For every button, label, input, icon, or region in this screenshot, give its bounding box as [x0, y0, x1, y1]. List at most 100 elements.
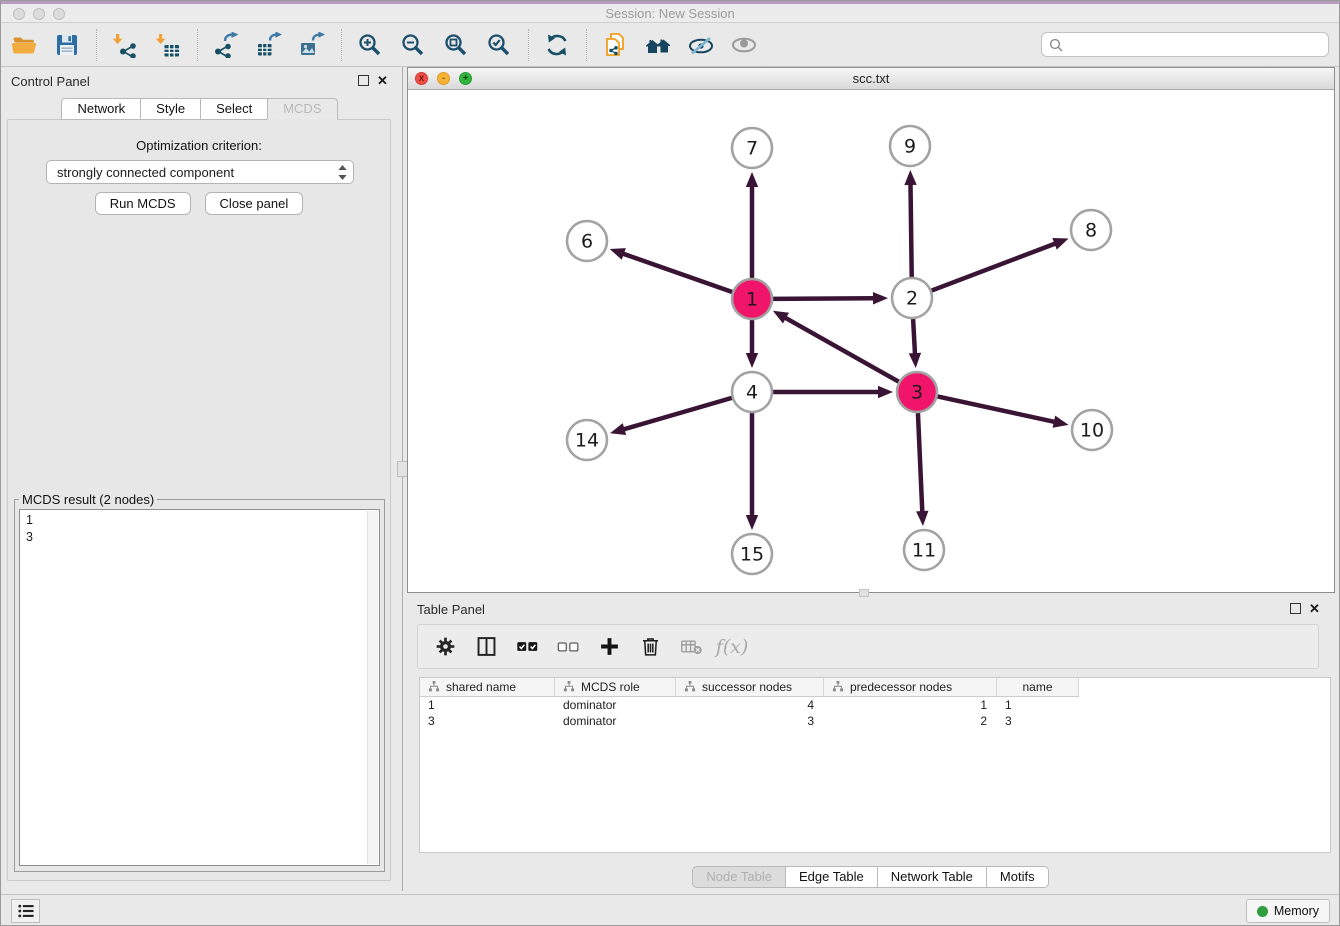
toolbar-separator	[341, 29, 342, 61]
tab-mcds[interactable]: MCDS	[267, 98, 337, 120]
network-window-title: scc.txt	[408, 71, 1334, 86]
column-header-name[interactable]: name	[997, 678, 1079, 696]
criterion-dropdown-value: strongly connected component	[57, 165, 338, 180]
graph-node-label: 8	[1085, 220, 1097, 242]
import-table-icon[interactable]	[154, 31, 182, 59]
network-home-icon[interactable]	[644, 31, 672, 59]
tab-style[interactable]: Style	[140, 98, 201, 120]
graph-edge-arrowhead	[610, 248, 626, 260]
memory-button[interactable]: Memory	[1246, 899, 1330, 923]
graph-node-label: 7	[746, 138, 758, 160]
tab-network[interactable]: Network	[61, 98, 141, 120]
graph-edge-3-10[interactable]	[938, 396, 1055, 421]
function-builder-icon[interactable]: f(x)	[719, 634, 745, 660]
table-row[interactable]: 3 dominator 3 2 3	[420, 713, 1330, 729]
toolbar-separator	[586, 29, 587, 61]
graph-edge-1-2[interactable]	[773, 298, 874, 299]
new-network-from-selection-icon[interactable]	[601, 31, 629, 59]
window-title: Session: New Session	[1, 6, 1339, 21]
mcds-result-textarea[interactable]: 1 3	[19, 509, 380, 866]
close-table-panel-icon[interactable]: ✕	[1309, 603, 1320, 614]
column-tree-icon	[832, 681, 844, 693]
column-header-successor-nodes[interactable]: successor nodes	[676, 678, 824, 696]
column-header-mcds-role[interactable]: MCDS role	[555, 678, 676, 696]
graph-edge-3-1[interactable]	[785, 318, 899, 382]
table-cell[interactable]: 1	[997, 698, 1079, 712]
search-input[interactable]	[1068, 37, 1328, 52]
graph-edge-4-14[interactable]	[623, 398, 731, 430]
graph-edge-1-6[interactable]	[623, 254, 732, 292]
add-entry-icon[interactable]	[596, 634, 622, 660]
graph-edge-2-3[interactable]	[913, 319, 915, 354]
column-tree-icon	[684, 681, 696, 693]
export-network-icon[interactable]	[212, 31, 240, 59]
zoom-selected-icon[interactable]	[485, 31, 513, 59]
network-canvas[interactable]: 7968124314101511	[408, 90, 1334, 592]
memory-label: Memory	[1274, 904, 1319, 918]
task-history-button[interactable]	[11, 899, 40, 923]
table-cell[interactable]: 1	[824, 698, 997, 712]
column-tree-icon	[563, 681, 575, 693]
table-cell[interactable]: dominator	[555, 714, 676, 728]
table-cell[interactable]: 1	[420, 698, 555, 712]
table-cell[interactable]: 2	[824, 714, 997, 728]
mcds-result-line: 3	[26, 529, 379, 546]
graph-node-label: 3	[911, 382, 923, 404]
zoom-out-icon[interactable]	[399, 31, 427, 59]
graph-edge-2-9[interactable]	[911, 184, 912, 277]
close-panel-icon[interactable]: ✕	[377, 75, 388, 86]
import-network-icon[interactable]	[111, 31, 139, 59]
table-row[interactable]: 1 dominator 4 1 1	[420, 697, 1330, 713]
control-panel-title: Control Panel	[11, 74, 90, 89]
panel-divider[interactable]	[402, 67, 403, 891]
tab-node-table[interactable]: Node Table	[692, 866, 786, 888]
node-table: shared name MCDS role successor nodes pr…	[419, 677, 1331, 853]
graph-edge-arrowhead	[1053, 416, 1069, 428]
table-cell[interactable]: 4	[676, 698, 824, 712]
table-toolbar: f(x)	[417, 624, 1319, 669]
close-panel-button[interactable]: Close panel	[205, 192, 304, 215]
delete-entry-icon[interactable]	[637, 634, 663, 660]
table-cell[interactable]: 3	[676, 714, 824, 728]
select-all-icon[interactable]	[514, 634, 540, 660]
export-image-icon[interactable]	[298, 31, 326, 59]
window-titlebar[interactable]: Session: New Session	[1, 4, 1339, 23]
graph-edge-arrowhead	[916, 511, 928, 526]
tab-select[interactable]: Select	[200, 98, 268, 120]
zoom-in-icon[interactable]	[356, 31, 384, 59]
graph-node-label: 15	[740, 544, 764, 566]
float-panel-icon[interactable]	[358, 75, 369, 86]
export-table-icon[interactable]	[255, 31, 283, 59]
save-session-icon[interactable]	[53, 31, 81, 59]
network-window-titlebar[interactable]: x - + scc.txt	[408, 68, 1334, 90]
graph-edge-arrowhead	[746, 172, 758, 187]
deselect-all-icon[interactable]	[555, 634, 581, 660]
apply-layout-icon[interactable]	[543, 31, 571, 59]
graph-edge-2-8[interactable]	[932, 243, 1056, 290]
network-window: x - + scc.txt 7968124314101511	[407, 67, 1335, 593]
network-resize-grip[interactable]	[859, 589, 869, 597]
table-cell[interactable]: dominator	[555, 698, 676, 712]
column-header-predecessor-nodes[interactable]: predecessor nodes	[824, 678, 997, 696]
column-header-shared-name[interactable]: shared name	[420, 678, 555, 696]
open-session-icon[interactable]	[10, 31, 38, 59]
search-box[interactable]	[1041, 32, 1329, 57]
delete-table-icon[interactable]	[678, 634, 704, 660]
toggle-columns-icon[interactable]	[473, 634, 499, 660]
table-cell[interactable]: 3	[420, 714, 555, 728]
table-cell[interactable]: 3	[997, 714, 1079, 728]
tab-edge-table[interactable]: Edge Table	[785, 866, 878, 888]
run-mcds-button[interactable]: Run MCDS	[95, 192, 191, 215]
result-scrollbar[interactable]	[367, 511, 378, 864]
table-tabs: Node Table Edge Table Network Table Moti…	[407, 866, 1335, 888]
show-all-eye-icon[interactable]	[730, 31, 758, 59]
tab-motifs[interactable]: Motifs	[986, 866, 1049, 888]
table-options-gear-icon[interactable]	[432, 634, 458, 660]
zoom-fit-icon[interactable]	[442, 31, 470, 59]
tab-network-table[interactable]: Network Table	[877, 866, 987, 888]
graph-edge-3-11[interactable]	[918, 413, 922, 512]
float-table-panel-icon[interactable]	[1290, 603, 1301, 614]
hide-selected-eye-slash-icon[interactable]	[687, 31, 715, 59]
criterion-dropdown[interactable]: strongly connected component	[46, 160, 354, 184]
control-panel-tabs: Network Style Select MCDS	[1, 98, 399, 120]
